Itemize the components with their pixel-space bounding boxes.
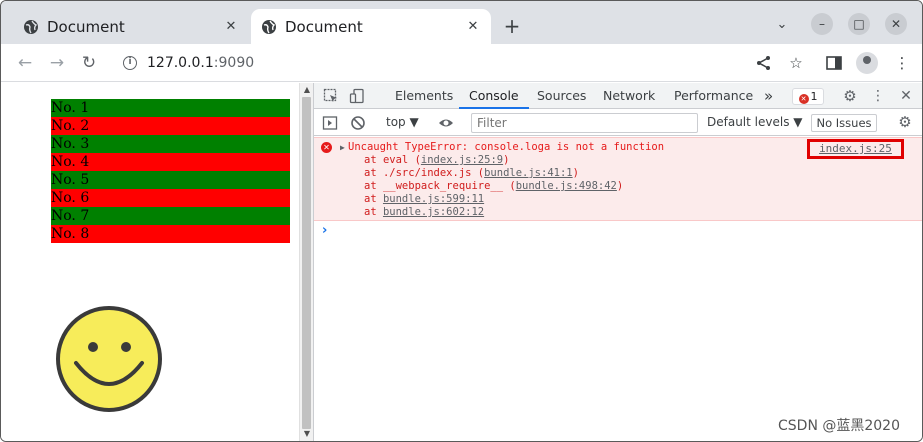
list-item: No. 7: [51, 207, 290, 225]
side-panel-icon[interactable]: [825, 54, 843, 72]
stack-trace-line: at bundle.js:599:11: [364, 193, 484, 205]
globe-icon: [262, 19, 276, 34]
stack-link[interactable]: bundle.js:498:42: [516, 180, 617, 192]
stack-suffix: ): [616, 180, 624, 192]
tab-strip: Document ✕ Document ✕ + ⌄ – □ ✕: [1, 1, 922, 44]
back-icon[interactable]: ←: [15, 53, 35, 73]
stack-suffix: ): [572, 167, 579, 179]
site-info-icon[interactable]: i: [123, 56, 137, 70]
tab-document-2[interactable]: Document ✕: [251, 9, 491, 44]
stack-prefix: at __webpack_require__ (: [364, 180, 516, 192]
more-tabs-icon[interactable]: »: [764, 83, 773, 109]
devtools-panel: Elements Console Sources Network Perform…: [313, 83, 922, 441]
minimize-icon[interactable]: –: [811, 13, 833, 35]
stack-link[interactable]: bundle.js:602:12: [383, 206, 484, 218]
stack-trace-line: at eval (index.js:25:9): [364, 154, 509, 166]
error-source-link[interactable]: index.js:25: [807, 139, 904, 159]
tab-elements[interactable]: Elements: [395, 83, 453, 109]
tab-performance[interactable]: Performance: [674, 83, 753, 109]
stack-link[interactable]: bundle.js:599:11: [383, 193, 484, 205]
tab-title: Document: [47, 17, 125, 36]
console-filter-input[interactable]: [471, 113, 698, 133]
console-settings-gear-icon[interactable]: ⚙: [897, 114, 913, 130]
error-count-badge[interactable]: ✕ 1: [792, 88, 824, 105]
list-item: No. 3: [51, 135, 290, 153]
stack-link[interactable]: bundle.js:41:1: [484, 167, 573, 179]
close-tab-icon[interactable]: ✕: [465, 19, 481, 35]
stack-prefix: at eval (: [364, 154, 421, 166]
close-tab-icon[interactable]: ✕: [223, 19, 239, 35]
menu-icon[interactable]: ⋮: [893, 54, 911, 72]
watermark: CSDN @蓝黑2020: [778, 418, 900, 434]
browser-window: Document ✕ Document ✕ + ⌄ – □ ✕ ← → ↻ i …: [0, 0, 923, 442]
reload-icon[interactable]: ↻: [79, 53, 99, 73]
browser-toolbar: ← → ↻ i 127.0.0.1:9090 ☆ ⋮: [1, 44, 922, 82]
list-item: No. 2: [51, 117, 290, 135]
close-devtools-icon[interactable]: ✕: [898, 88, 914, 104]
sidebar-toggle-icon[interactable]: [322, 115, 338, 131]
address-host: 127.0.0.1: [147, 55, 214, 71]
list-item: No. 5: [51, 171, 290, 189]
tab-search-icon[interactable]: ⌄: [771, 13, 793, 35]
error-icon: ✕: [321, 142, 332, 153]
list-item: No. 6: [51, 189, 290, 207]
tab-title: Document: [285, 17, 363, 36]
close-window-icon[interactable]: ✕: [885, 13, 907, 35]
stack-prefix: at: [364, 193, 383, 205]
new-tab-icon[interactable]: +: [501, 15, 523, 37]
context-selector[interactable]: top ▼: [386, 115, 419, 129]
scrollbar-thumb[interactable]: [302, 97, 311, 429]
share-icon[interactable]: [755, 54, 773, 72]
globe-icon: [24, 19, 38, 34]
list-item: No. 8: [51, 225, 290, 243]
web-page: No. 1 No. 2 No. 3 No. 4 No. 5 No. 6 No. …: [1, 83, 299, 441]
settings-gear-icon[interactable]: ⚙: [842, 88, 858, 104]
page-scrollbar[interactable]: ▲ ▼: [299, 83, 313, 441]
tab-sources[interactable]: Sources: [537, 83, 586, 109]
list-item: No. 1: [51, 99, 290, 117]
tab-document-1[interactable]: Document ✕: [13, 9, 249, 44]
stack-trace-line: at __webpack_require__ (bundle.js:498:42…: [364, 180, 623, 192]
stack-prefix: at ./src/index.js (: [364, 167, 485, 179]
address-bar[interactable]: i 127.0.0.1:9090: [111, 48, 816, 78]
console-filter-bar: top ▼ Default levels ▼ No Issues ⚙: [314, 110, 922, 136]
numbered-list: No. 1 No. 2 No. 3 No. 4 No. 5 No. 6 No. …: [51, 99, 290, 243]
expand-triangle-icon[interactable]: ▶: [340, 143, 345, 152]
live-expression-eye-icon[interactable]: [438, 115, 454, 131]
device-toolbar-icon[interactable]: [349, 88, 365, 104]
profile-avatar[interactable]: [856, 52, 878, 74]
address-port: :9090: [213, 55, 255, 71]
stack-link[interactable]: index.js:25:9: [421, 154, 503, 166]
scroll-up-arrow-icon[interactable]: ▲: [302, 85, 312, 94]
error-icon: ✕: [798, 94, 809, 104]
stack-suffix: ): [503, 154, 510, 166]
devtools-tab-bar: Elements Console Sources Network Perform…: [314, 83, 922, 109]
stack-trace-line: at bundle.js:602:12: [364, 206, 484, 218]
more-options-icon[interactable]: ⋮: [870, 88, 886, 104]
tab-network[interactable]: Network: [603, 83, 655, 109]
scroll-down-arrow-icon[interactable]: ▼: [302, 429, 312, 438]
issues-button[interactable]: No Issues: [811, 114, 877, 132]
inspect-element-icon[interactable]: [323, 88, 339, 104]
maximize-icon[interactable]: □: [848, 13, 870, 35]
console-error-message: ✕ ▶ Uncaught TypeError: console.loga is …: [314, 137, 922, 221]
stack-trace-line: at ./src/index.js (bundle.js:41:1): [364, 167, 579, 179]
error-text: Uncaught TypeError: console.loga is not …: [348, 141, 665, 153]
tab-console[interactable]: Console: [459, 83, 529, 109]
log-levels-dropdown[interactable]: Default levels ▼: [707, 115, 803, 129]
forward-icon[interactable]: →: [47, 53, 67, 73]
console-prompt-icon[interactable]: ›: [322, 223, 327, 238]
list-item: No. 4: [51, 153, 290, 171]
bookmark-star-icon[interactable]: ☆: [787, 54, 805, 72]
stack-prefix: at: [364, 206, 383, 218]
clear-console-icon[interactable]: [350, 115, 366, 131]
error-count: 1: [810, 90, 818, 103]
smiley-face-icon: [56, 306, 162, 412]
